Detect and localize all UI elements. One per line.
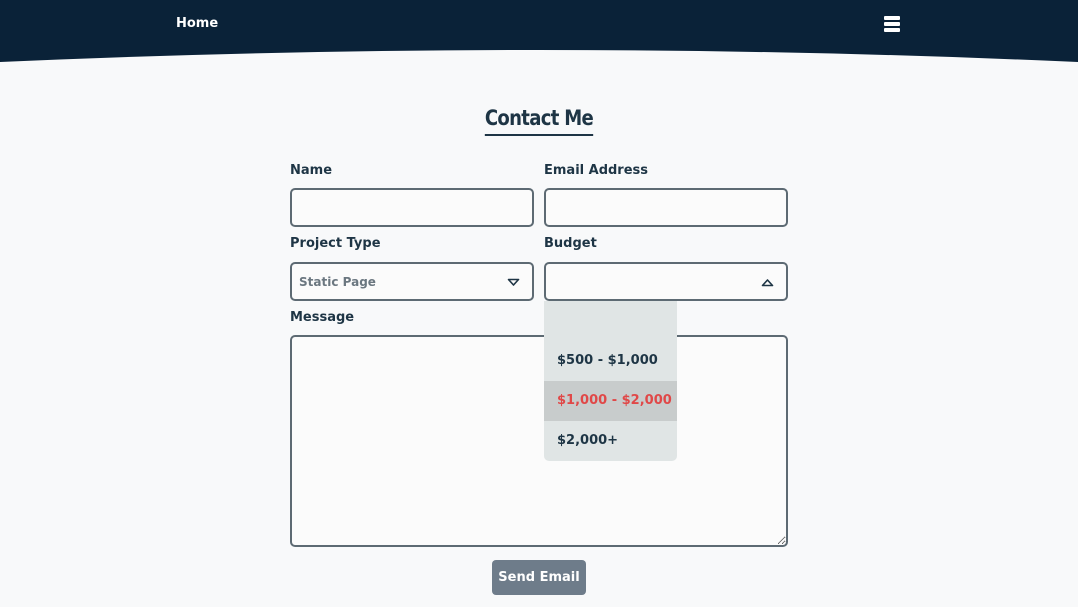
message-label: Message: [290, 310, 355, 325]
project-type-value: Static Page: [299, 275, 376, 289]
budget-option-empty[interactable]: [544, 301, 677, 341]
email-label: Email Address: [544, 163, 649, 178]
page-title: Contact Me: [484, 104, 594, 136]
chevron-down-icon: [507, 278, 520, 286]
name-label: Name: [290, 163, 333, 178]
budget-dropdown-list: $500 - $1,000 $1,000 - $2,000 $2,000+: [544, 301, 677, 461]
send-email-button[interactable]: Send Email: [492, 560, 586, 595]
budget-option-1000-2000[interactable]: $1,000 - $2,000: [544, 381, 677, 421]
page-title-container: Contact Me: [0, 104, 1078, 136]
site-header: Home: [0, 0, 1078, 62]
budget-option-2000-plus[interactable]: $2,000+: [544, 421, 677, 461]
budget-select[interactable]: [544, 262, 788, 301]
contact-page: Home Contact Me Name Email Address Proje…: [0, 0, 1078, 607]
name-input[interactable]: [290, 188, 534, 227]
project-type-label: Project Type: [290, 236, 381, 251]
chevron-up-icon: [761, 279, 774, 287]
project-type-select[interactable]: Static Page: [290, 262, 534, 301]
message-textarea[interactable]: [290, 335, 788, 547]
budget-label: Budget: [544, 236, 597, 251]
budget-option-500-1000[interactable]: $500 - $1,000: [544, 341, 677, 381]
header-background: [0, 0, 1078, 62]
nav-home-link[interactable]: Home: [176, 16, 218, 32]
email-input[interactable]: [544, 188, 788, 227]
hamburger-menu-icon[interactable]: [884, 16, 900, 32]
